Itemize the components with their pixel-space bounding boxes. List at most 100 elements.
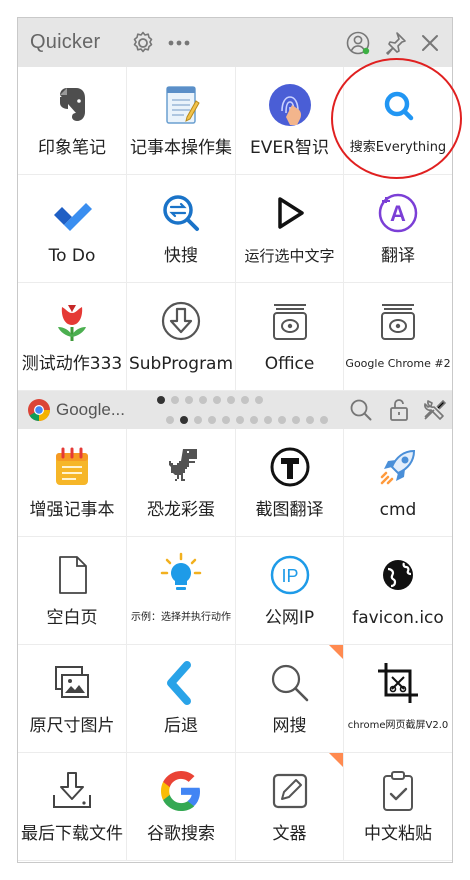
action-label: Office	[264, 354, 315, 374]
page-dot[interactable]	[185, 396, 193, 404]
close-icon[interactable]	[417, 30, 443, 56]
action-wenqi[interactable]: 文器	[236, 753, 344, 861]
action-todo[interactable]: To Do	[18, 175, 127, 283]
page-dot[interactable]	[166, 416, 174, 424]
page-dot[interactable]	[157, 396, 165, 404]
action-translate[interactable]: A 翻译	[344, 175, 452, 283]
action-blank-page[interactable]: 空白页	[18, 537, 127, 645]
action-label: 测试动作333	[21, 354, 123, 374]
action-chrome-screenshot[interactable]: chrome网页截屏V2.0	[344, 645, 452, 753]
page-dots-row1	[157, 396, 263, 404]
action-label: 中文粘贴	[364, 824, 432, 844]
action-google-chrome-2[interactable]: Google Chrome #2	[344, 283, 452, 391]
lock-icon[interactable]	[386, 397, 412, 423]
action-ever-zhishi[interactable]: EVER智识	[236, 67, 344, 175]
evernote-icon	[48, 81, 96, 129]
search-icon[interactable]	[348, 397, 374, 423]
page-dot[interactable]	[222, 416, 230, 424]
notepad-plus-icon	[48, 443, 96, 491]
action-run-selected-text[interactable]: 运行选中文字	[236, 175, 344, 283]
page-dot[interactable]	[227, 396, 235, 404]
action-google-search[interactable]: 谷歌搜索	[127, 753, 236, 861]
action-label: favicon.ico	[352, 608, 444, 628]
action-label: SubProgram	[128, 354, 234, 374]
action-public-ip[interactable]: IP 公网IP	[236, 537, 344, 645]
action-favicon[interactable]: favicon.ico	[344, 537, 452, 645]
tulip-icon	[48, 297, 96, 345]
pin-icon[interactable]	[382, 30, 408, 56]
action-notepad-set[interactable]: 记事本操作集	[127, 67, 236, 175]
tools-icon[interactable]	[421, 397, 447, 423]
rocket-icon	[374, 443, 422, 491]
action-label: 公网IP	[264, 608, 315, 628]
more-icon[interactable]	[166, 30, 192, 56]
page-dot[interactable]	[278, 416, 286, 424]
chrome-icon	[26, 397, 52, 423]
globe-icon	[374, 551, 422, 599]
web-search-icon	[266, 659, 314, 707]
office-box-icon	[266, 297, 314, 345]
play-icon	[266, 189, 314, 237]
page-dot[interactable]	[194, 416, 202, 424]
action-grid-top: 印象笔记 记事本操作集 EVER智识 搜索Everything To Do 快搜…	[18, 67, 452, 391]
page-dot[interactable]	[208, 416, 216, 424]
fingerprint-icon	[266, 81, 314, 129]
page-dot[interactable]	[241, 396, 249, 404]
action-cmd[interactable]: cmd	[344, 429, 452, 537]
page-dot[interactable]	[250, 416, 258, 424]
action-screenshot-translate[interactable]: 截图翻译	[236, 429, 344, 537]
action-dino-egg[interactable]: 恐龙彩蛋	[127, 429, 236, 537]
action-label: Google Chrome #2	[345, 357, 451, 370]
action-last-download[interactable]: 最后下载文件	[18, 753, 127, 861]
quick-search-icon	[157, 189, 205, 237]
page-dot[interactable]	[306, 416, 314, 424]
crop-icon	[374, 659, 422, 707]
page-dot[interactable]	[264, 416, 272, 424]
action-label: 记事本操作集	[130, 138, 232, 158]
action-label: 网搜	[272, 716, 307, 736]
svg-text:A: A	[390, 201, 406, 226]
badge-corner	[329, 753, 343, 767]
page-dot[interactable]	[199, 396, 207, 404]
action-label: 印象笔记	[38, 138, 106, 158]
action-back[interactable]: 后退	[127, 645, 236, 753]
action-label: 后退	[164, 716, 198, 736]
page-dot[interactable]	[236, 416, 244, 424]
action-label: cmd	[379, 500, 417, 520]
page-dot[interactable]	[180, 416, 188, 424]
quicker-panel: Quicker 印象笔记 记事本操作集 EVER智识 搜索Everything …	[17, 17, 453, 863]
page-dot[interactable]	[320, 416, 328, 424]
page-dot[interactable]	[292, 416, 300, 424]
download-circle-icon	[157, 297, 205, 345]
settings-icon[interactable]	[130, 30, 156, 56]
action-label: To Do	[48, 246, 96, 266]
action-label: 快搜	[164, 246, 198, 266]
action-label: 增强记事本	[29, 500, 115, 520]
action-test-333[interactable]: 测试动作333	[18, 283, 127, 391]
action-evernote[interactable]: 印象笔记	[18, 67, 127, 175]
action-original-size-image[interactable]: 原尺寸图片	[18, 645, 127, 753]
title-bar[interactable]: Quicker	[18, 18, 452, 67]
action-label: 谷歌搜索	[147, 824, 215, 844]
action-enhanced-notepad[interactable]: 增强记事本	[18, 429, 127, 537]
everything-search-icon	[374, 81, 422, 129]
action-select-and-run[interactable]: 示例：选择并执行动作	[127, 537, 236, 645]
context-bar: Google...	[18, 391, 452, 429]
action-label: 翻译	[381, 246, 415, 266]
dino-icon	[157, 443, 205, 491]
action-web-search[interactable]: 网搜	[236, 645, 344, 753]
action-label: 最后下载文件	[21, 824, 123, 844]
user-icon[interactable]	[345, 30, 371, 56]
page-dot[interactable]	[171, 396, 179, 404]
action-label: 恐龙彩蛋	[147, 500, 215, 520]
page-dot[interactable]	[213, 396, 221, 404]
images-icon	[48, 659, 96, 707]
action-subprogram[interactable]: SubProgram	[127, 283, 236, 391]
clipboard-check-icon	[374, 767, 422, 815]
action-search-everything[interactable]: 搜索Everything	[344, 67, 452, 175]
page-dot[interactable]	[255, 396, 263, 404]
action-quick-search[interactable]: 快搜	[127, 175, 236, 283]
back-icon	[157, 659, 205, 707]
action-chinese-paste[interactable]: 中文粘贴	[344, 753, 452, 861]
action-office[interactable]: Office	[236, 283, 344, 391]
